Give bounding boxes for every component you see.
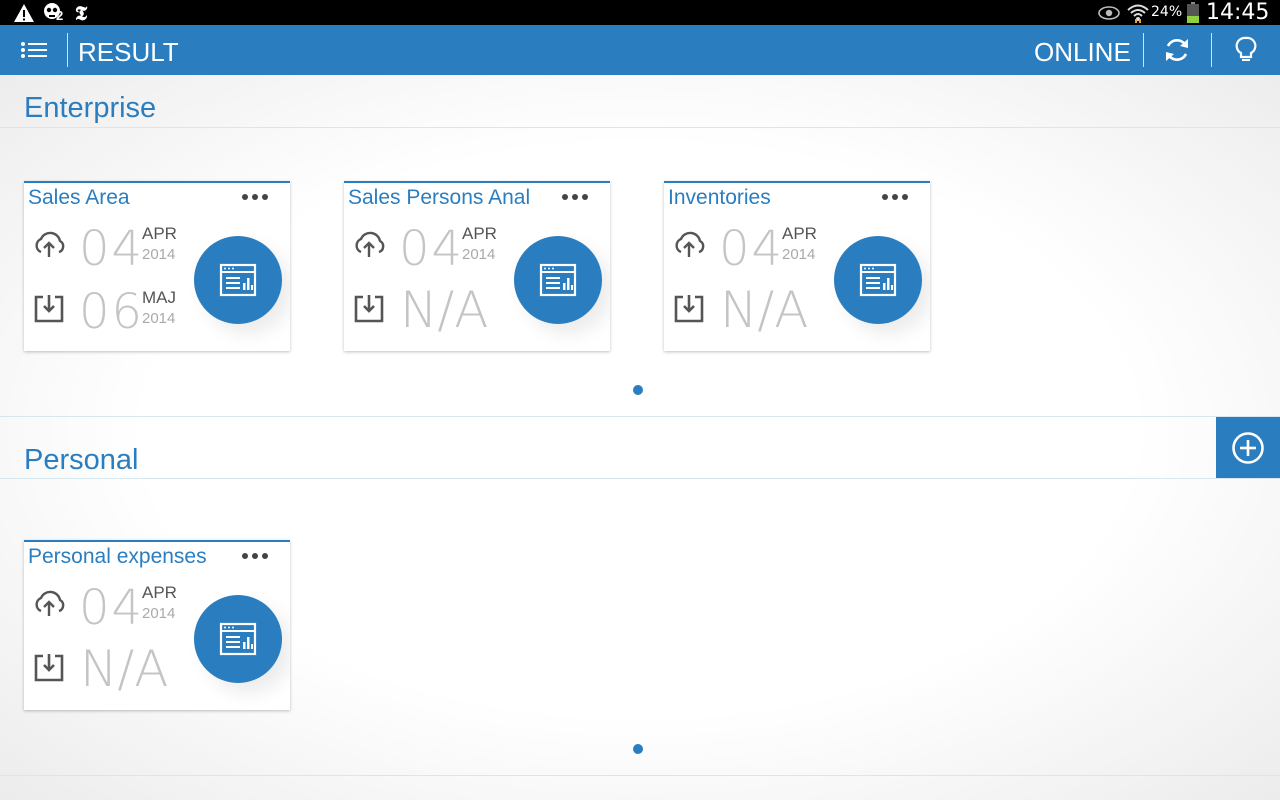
eye-icon	[1097, 2, 1121, 23]
open-report-button[interactable]	[194, 236, 282, 324]
divider	[67, 33, 68, 67]
upload-month: APR	[462, 224, 497, 243]
section-title-enterprise: Enterprise	[24, 92, 157, 124]
card-title: Sales Area	[28, 186, 130, 209]
battery-icon	[1185, 2, 1201, 23]
upload-month: APR	[142, 583, 177, 602]
app-bar: RESULT ONLINE	[0, 25, 1280, 75]
download-month: MAJ	[142, 288, 176, 307]
warning-icon	[12, 2, 36, 23]
download-value: N/A	[720, 281, 809, 339]
dashboard-icon	[219, 622, 257, 656]
status-bar: 2 𝕿 24% 14:45	[0, 0, 1280, 25]
open-report-button[interactable]	[514, 236, 602, 324]
more-options-icon[interactable]	[558, 185, 592, 209]
clock: 14:45	[1206, 0, 1270, 25]
divider	[0, 127, 1280, 128]
download-icon	[34, 654, 64, 682]
upload-month: APR	[782, 224, 817, 243]
newspaper-icon: 𝕿	[74, 0, 88, 25]
cloud-upload-icon	[35, 231, 65, 257]
report-card[interactable]: Sales Area 04 APR 2014 06 MAJ 2014	[24, 181, 290, 351]
notification-count: 2	[56, 8, 64, 23]
refresh-icon[interactable]	[1157, 33, 1197, 67]
page-indicator-dot[interactable]	[633, 744, 643, 754]
download-year: 2014	[142, 310, 176, 327]
upload-day: 04	[79, 221, 145, 277]
divider	[1143, 33, 1144, 67]
upload-month: APR	[142, 224, 177, 243]
more-options-icon[interactable]	[878, 185, 912, 209]
upload-year: 2014	[142, 246, 176, 263]
download-icon	[34, 295, 64, 323]
dashboard-icon	[539, 263, 577, 297]
divider	[0, 775, 1280, 776]
card-title: Personal expenses	[28, 545, 207, 568]
divider	[0, 416, 1280, 417]
plus-circle-icon	[1232, 432, 1264, 464]
cloud-upload-icon	[355, 231, 385, 257]
more-options-icon[interactable]	[238, 185, 272, 209]
menu-icon[interactable]	[14, 33, 54, 67]
card-title: Sales Persons Anal	[348, 186, 531, 209]
upload-year: 2014	[462, 246, 496, 263]
battery-percent: 24%	[1151, 4, 1183, 20]
open-report-button[interactable]	[194, 595, 282, 683]
cloud-upload-icon	[35, 590, 65, 616]
lightbulb-icon[interactable]	[1226, 33, 1266, 67]
upload-day: 04	[719, 221, 785, 277]
download-icon	[674, 295, 704, 323]
open-report-button[interactable]	[834, 236, 922, 324]
divider	[1211, 33, 1212, 67]
upload-year: 2014	[782, 246, 816, 263]
download-value: N/A	[80, 640, 169, 698]
upload-day: 04	[399, 221, 465, 277]
card-title: Inventories	[668, 186, 771, 209]
dashboard-icon	[859, 263, 897, 297]
upload-year: 2014	[142, 605, 176, 622]
section-title-personal: Personal	[24, 444, 139, 476]
upload-day: 04	[79, 580, 145, 636]
dashboard-icon	[219, 263, 257, 297]
download-day: 06	[79, 284, 145, 340]
wifi-icon	[1126, 2, 1150, 23]
download-value: N/A	[400, 281, 489, 339]
add-button[interactable]	[1216, 417, 1280, 479]
divider	[0, 478, 1280, 479]
report-card[interactable]: Personal expenses 04 APR 2014 N/A	[24, 540, 290, 710]
page-indicator-dot[interactable]	[633, 385, 643, 395]
report-card[interactable]: Sales Persons Anal 04 APR 2014 N/A	[344, 181, 610, 351]
connection-status: ONLINE	[1034, 37, 1131, 67]
app-title: RESULT	[78, 37, 179, 67]
download-icon	[354, 295, 384, 323]
report-card[interactable]: Inventories 04 APR 2014 N/A	[664, 181, 930, 351]
cloud-upload-icon	[675, 231, 705, 257]
skull-notification-icon: 2	[40, 2, 66, 23]
more-options-icon[interactable]	[238, 544, 272, 568]
